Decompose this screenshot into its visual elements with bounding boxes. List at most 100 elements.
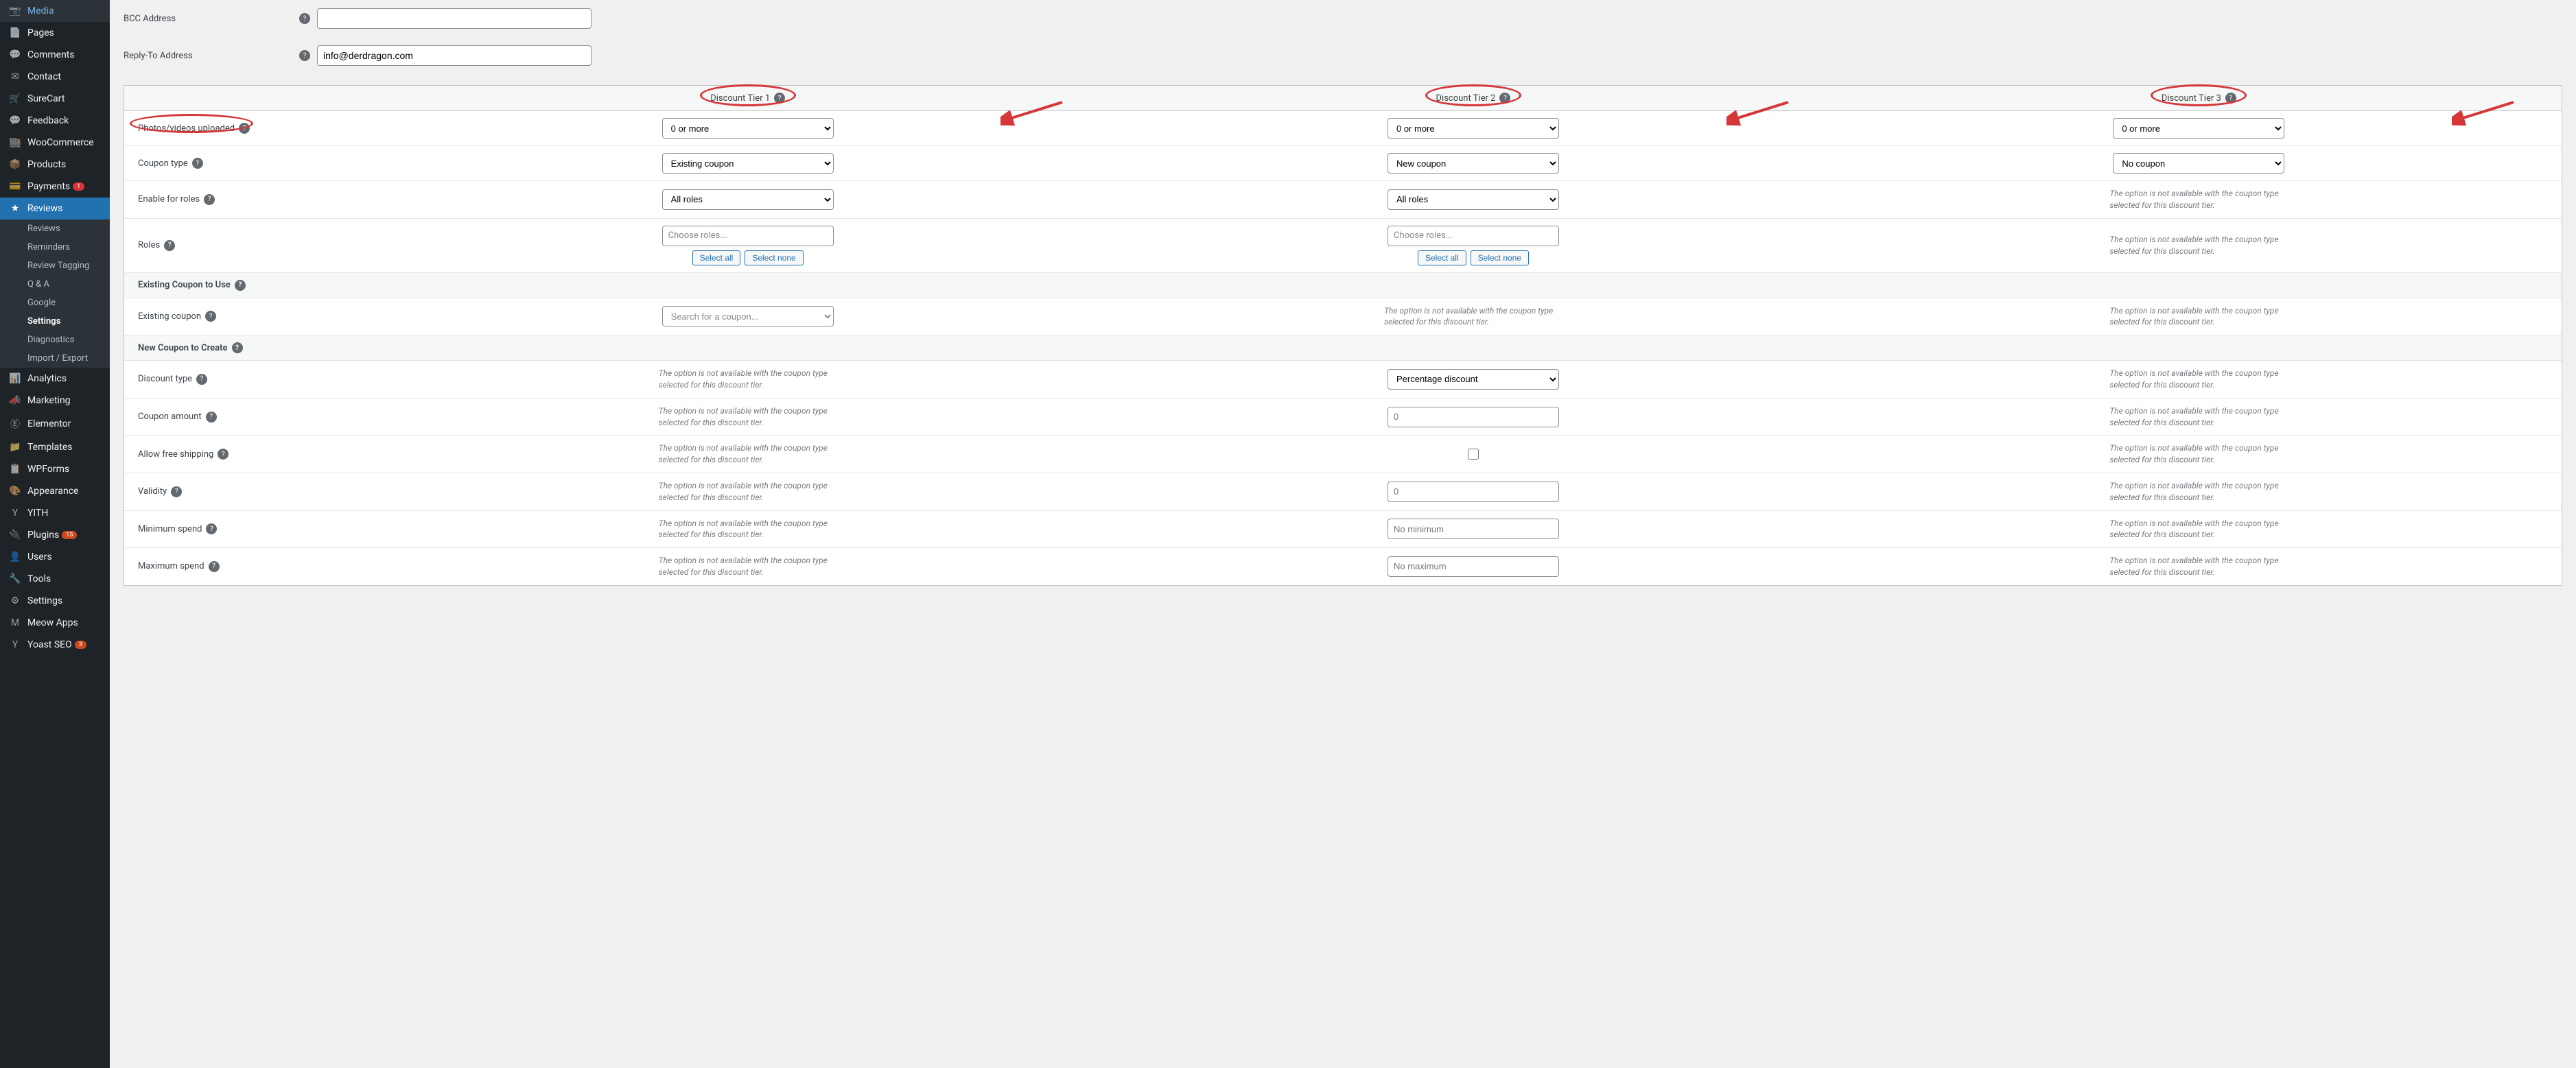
help-icon[interactable]: ? — [164, 240, 175, 251]
menu-label: Reviews — [27, 203, 62, 214]
menu-label: Contact — [27, 71, 61, 82]
menu-item-wpforms[interactable]: 📋WPForms — [0, 458, 110, 480]
reply-to-input[interactable] — [317, 45, 592, 66]
submenu-item-diagnostics[interactable]: Diagnostics — [0, 331, 110, 349]
tier2-max-spend-input[interactable] — [1387, 556, 1559, 577]
menu-item-comments[interactable]: 💬 Comments — [0, 44, 110, 66]
menu-item-analytics[interactable]: 📊Analytics — [0, 368, 110, 390]
tier1-enable-roles-select[interactable]: All roles — [662, 189, 834, 210]
admin-sidebar: 📷Media📄Pages 💬 Comments ✉Contact🛒SureCart💬F… — [0, 0, 110, 1068]
help-icon[interactable]: ? — [209, 561, 220, 572]
menu-item-yith[interactable]: Y YITH — [0, 502, 110, 524]
tier1-photos-select[interactable]: 0 or more — [662, 118, 834, 139]
tier2-validity-input[interactable] — [1387, 482, 1559, 502]
menu-item-appearance[interactable]: 🎨Appearance — [0, 480, 110, 502]
na-text: The option is not available with the cou… — [1384, 305, 1562, 329]
menu-item-settings[interactable]: ⚙Settings — [0, 590, 110, 612]
na-text: The option is not available with the cou… — [659, 442, 837, 466]
help-icon[interactable]: ? — [239, 123, 250, 134]
help-icon[interactable]: ? — [204, 194, 215, 205]
tier2-free-shipping-checkbox[interactable] — [1468, 449, 1479, 460]
tier2-coupon-type-select[interactable]: New coupon — [1387, 153, 1559, 174]
help-icon[interactable]: ? — [218, 449, 229, 460]
help-icon[interactable]: ? — [2225, 93, 2236, 104]
menu-item-reviews[interactable]: ★Reviews — [0, 198, 110, 219]
help-icon[interactable]: ? — [206, 412, 217, 423]
tier3-coupon-type-select[interactable]: No coupon — [2113, 153, 2284, 174]
tier2-min-spend-input[interactable] — [1387, 519, 1559, 539]
bcc-input[interactable] — [317, 8, 592, 29]
menu-item-surecart[interactable]: 🛒SureCart — [0, 88, 110, 110]
menu-item-elementor[interactable]: ⒺElementor — [0, 412, 110, 436]
select-none-button[interactable]: Select none — [745, 250, 803, 265]
tier1-roles-multiselect[interactable]: Choose roles... — [662, 226, 834, 246]
menu-item-marketing[interactable]: 📣Marketing — [0, 390, 110, 412]
select-none-button[interactable]: Select none — [1471, 250, 1529, 265]
submenu-item-reviews[interactable]: Reviews — [0, 219, 110, 238]
select-all-button[interactable]: Select all — [1418, 250, 1466, 265]
menu-item-feedback[interactable]: 💬Feedback — [0, 110, 110, 132]
help-icon[interactable]: ? — [299, 50, 310, 61]
menu-item-contact[interactable]: ✉Contact — [0, 66, 110, 88]
tier2-coupon-amount-input[interactable] — [1387, 407, 1559, 427]
menu-item-payments[interactable]: 💳Payments1 — [0, 176, 110, 198]
menu-item-woocommerce[interactable]: 🏬WooCommerce — [0, 132, 110, 154]
bcc-label: BCC Address — [124, 14, 295, 24]
tier1-coupon-type-select[interactable]: Existing coupon — [662, 153, 834, 174]
roles-label: Roles ? — [124, 219, 385, 272]
help-icon[interactable]: ? — [196, 374, 207, 385]
reviews-submenu: ReviewsRemindersReview TaggingQ & AGoogl… — [0, 219, 110, 368]
tier1-existing-coupon-select[interactable]: Search for a coupon... — [662, 306, 834, 327]
submenu-item-reminders[interactable]: Reminders — [0, 238, 110, 257]
menu-item-tools[interactable]: 🔧Tools — [0, 568, 110, 590]
help-icon[interactable]: ? — [235, 280, 246, 291]
select-all-button[interactable]: Select all — [692, 250, 741, 265]
help-icon[interactable]: ? — [299, 13, 310, 24]
help-icon[interactable]: ? — [171, 486, 182, 497]
menu-label: Plugins — [27, 530, 59, 541]
menu-icon: 🔌 — [8, 530, 22, 541]
help-icon[interactable]: ? — [192, 158, 203, 169]
menu-item-yoast-seo[interactable]: YYoast SEO3 — [0, 634, 110, 656]
max-spend-label: Maximum spend ? — [124, 548, 385, 585]
submenu-item-google[interactable]: Google — [0, 294, 110, 312]
help-icon[interactable]: ? — [232, 342, 243, 353]
help-icon[interactable]: ? — [206, 523, 217, 534]
menu-icon: 👤 — [8, 551, 22, 562]
photos-label: Photos/videos uploaded ? — [124, 111, 385, 145]
menu-item-users[interactable]: 👤Users — [0, 546, 110, 568]
menu-label: Comments — [27, 49, 75, 60]
tier3-photos-select[interactable]: 0 or more — [2113, 118, 2284, 139]
submenu-item-import-export[interactable]: Import / Export — [0, 349, 110, 368]
existing-coupon-label: Existing coupon ? — [124, 298, 385, 335]
tier2-photos-select[interactable]: 0 or more — [1387, 118, 1559, 139]
menu-item-media[interactable]: 📷Media — [0, 0, 110, 22]
help-icon[interactable]: ? — [205, 311, 216, 322]
menu-item-pages[interactable]: 📄Pages — [0, 22, 110, 44]
menu-icon: 💬 — [8, 49, 22, 60]
menu-label: YITH — [27, 508, 48, 519]
submenu-item-review-tagging[interactable]: Review Tagging — [0, 257, 110, 275]
submenu-item-settings[interactable]: Settings — [0, 312, 110, 331]
menu-item-products[interactable]: 📦Products — [0, 154, 110, 176]
reply-to-label: Reply-To Address — [124, 51, 295, 61]
menu-icon: 🛒 — [8, 93, 22, 104]
menu-item-templates[interactable]: 📁Templates — [0, 436, 110, 458]
menu-icon: 🎨 — [8, 486, 22, 497]
na-text: The option is not available with the cou… — [659, 518, 837, 541]
menu-icon: Y — [8, 508, 22, 519]
menu-label: WooCommerce — [27, 137, 94, 148]
help-icon[interactable]: ? — [1499, 93, 1510, 104]
menu-item-meow-apps[interactable]: MMeow Apps — [0, 612, 110, 634]
menu-item-plugins[interactable]: 🔌Plugins15 — [0, 524, 110, 546]
menu-icon: Y — [8, 639, 22, 650]
menu-label: Templates — [27, 442, 73, 453]
tier2-enable-roles-select[interactable]: All roles — [1387, 189, 1559, 210]
tier2-roles-multiselect[interactable]: Choose roles... — [1387, 226, 1559, 246]
menu-label: Products — [27, 159, 66, 170]
menu-icon: 📷 — [8, 5, 22, 16]
menu-label: Settings — [27, 595, 62, 606]
help-icon[interactable]: ? — [774, 93, 785, 104]
submenu-item-q-a[interactable]: Q & A — [0, 275, 110, 294]
tier2-discount-type-select[interactable]: Percentage discount — [1387, 369, 1559, 390]
